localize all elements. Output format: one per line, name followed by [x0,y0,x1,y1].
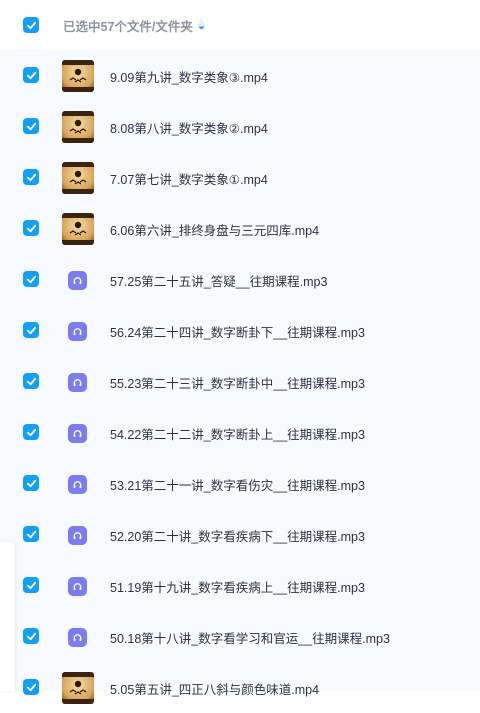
selection-count-text: 已选中57个文件/文件夹 [63,20,193,34]
checkmark-icon [26,173,36,181]
file-row[interactable]: 56.24第二十四讲_数字断卦下__往期课程.mp3 [0,305,480,356]
file-checkbox[interactable] [23,577,39,593]
file-row[interactable]: 53.21第二十一讲_数字看伤灾__往期课程.mp3 [0,458,480,509]
side-panel-edge [0,542,15,691]
file-name[interactable]: 51.19第十九讲_数字看疾病上__往期课程.mp3 [110,577,365,596]
file-checkbox[interactable] [23,475,39,491]
file-checkbox[interactable] [23,373,39,389]
file-checkbox[interactable] [23,526,39,542]
file-checkbox[interactable] [23,169,39,185]
file-name[interactable]: 7.07第七讲_数字类象①.mp4 [110,169,268,188]
file-row[interactable]: 50.18第十八讲_数字看学习和官运__往期课程.mp3 [0,611,480,662]
video-thumbnail [62,60,94,92]
file-row[interactable]: 57.25第二十五讲_答疑__往期课程.mp3 [0,254,480,305]
headphones-icon [68,577,87,596]
file-row[interactable]: 6.06第六讲_排终身盘与三元四库.mp4 [0,203,480,254]
checkmark-icon [26,71,36,79]
checkmark-icon [26,581,36,589]
file-checkbox[interactable] [23,67,39,83]
file-name[interactable]: 9.09第九讲_数字类象③.mp4 [110,67,268,86]
file-name[interactable]: 56.24第二十四讲_数字断卦下__往期课程.mp3 [110,322,365,341]
file-list: 9.09第九讲_数字类象③.mp4 8.08第八讲_数字类象②.mp4 7.07第七… [0,50,480,704]
headphones-icon [68,475,87,494]
headphones-icon [68,271,87,290]
file-checkbox[interactable] [23,322,39,338]
info-drop-icon [198,18,205,30]
file-row[interactable]: 5.05第五讲_四正八斜与颜色味道.mp4 [0,662,480,713]
headphones-icon [68,526,87,545]
file-row[interactable]: 9.09第九讲_数字类象③.mp4 [0,50,480,101]
video-thumbnail [62,162,94,194]
checkmark-icon [26,530,36,538]
file-name[interactable]: 5.05第五讲_四正八斜与颜色味道.mp4 [110,679,319,698]
file-name[interactable]: 53.21第二十一讲_数字看伤灾__往期课程.mp3 [110,475,365,494]
file-checkbox[interactable] [23,220,39,236]
checkmark-icon [26,479,36,487]
file-name[interactable]: 52.20第二十讲_数字看疾病下__往期课程.mp3 [110,526,365,545]
video-thumbnail [62,111,94,143]
file-row[interactable]: 8.08第八讲_数字类象②.mp4 [0,101,480,152]
headphones-icon [68,424,87,443]
file-name[interactable]: 54.22第二十二讲_数字断卦上__往期课程.mp3 [110,424,365,443]
file-row[interactable]: 7.07第七讲_数字类象①.mp4 [0,152,480,203]
video-thumbnail [62,213,94,245]
headphones-icon [68,373,87,392]
checkmark-icon [26,21,36,29]
checkmark-icon [26,224,36,232]
checkmark-icon [26,275,36,283]
file-row[interactable]: 51.19第十九讲_数字看疾病上__往期课程.mp3 [0,560,480,611]
file-row[interactable]: 54.22第二十二讲_数字断卦上__往期课程.mp3 [0,407,480,458]
checkmark-icon [26,326,36,334]
file-checkbox[interactable] [23,271,39,287]
file-row[interactable]: 52.20第二十讲_数字看疾病下__往期课程.mp3 [0,509,480,560]
file-name[interactable]: 57.25第二十五讲_答疑__往期课程.mp3 [110,271,327,290]
headphones-icon [68,322,87,341]
checkmark-icon [26,122,36,130]
headphones-icon [68,628,87,647]
file-name[interactable]: 50.18第十八讲_数字看学习和官运__往期课程.mp3 [110,628,390,647]
checkmark-icon [26,428,36,436]
select-all-checkbox[interactable] [23,17,39,33]
video-thumbnail [62,672,94,704]
file-name[interactable]: 6.06第六讲_排终身盘与三元四库.mp4 [110,220,319,239]
file-name[interactable]: 55.23第二十三讲_数字断卦中__往期课程.mp3 [110,373,365,392]
file-checkbox[interactable] [23,118,39,134]
checkmark-icon [26,632,36,640]
selection-header: 已选中57个文件/文件夹 [0,0,480,50]
file-row[interactable]: 55.23第二十三讲_数字断卦中__往期课程.mp3 [0,356,480,407]
file-checkbox[interactable] [23,628,39,644]
checkmark-icon [26,377,36,385]
file-checkbox[interactable] [23,424,39,440]
file-name[interactable]: 8.08第八讲_数字类象②.mp4 [110,118,268,137]
file-checkbox[interactable] [23,679,39,695]
